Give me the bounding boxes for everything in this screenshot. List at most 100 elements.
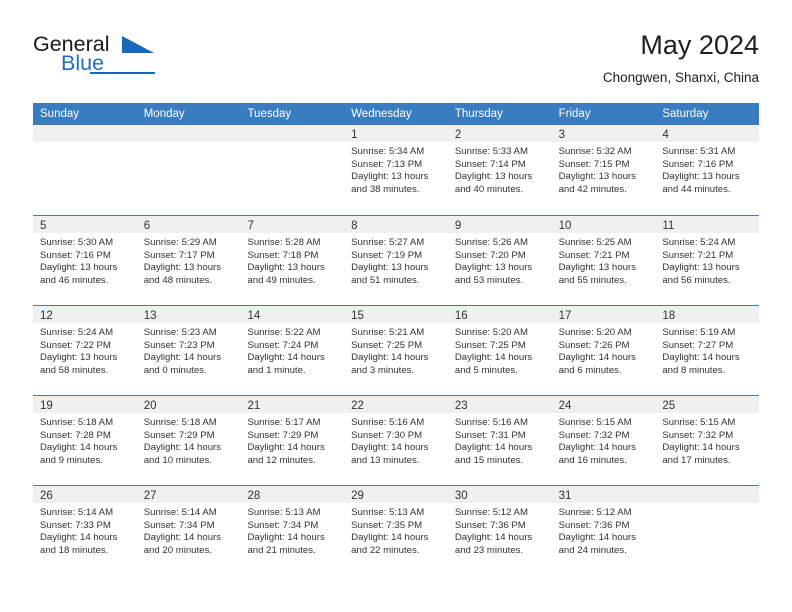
day-number: 3 (558, 129, 565, 141)
daylight-text-line2: and 58 minutes. (40, 364, 109, 376)
day-details: Sunrise: 5:27 AM Sunset: 7:19 PM Daylight:… (344, 233, 448, 287)
calendar-day-cell[interactable]: 5 Sunrise: 5:30 AM Sunset: 7:16 PM Daylight… (33, 216, 137, 305)
daylight-text-line1: Daylight: 13 hours (454, 262, 533, 274)
weekday-header-row: Sunday Monday Tuesday Wednesday Thursday… (33, 103, 759, 125)
daylight-text-line2: and 53 minutes. (454, 274, 524, 286)
day-number: 10 (558, 220, 572, 232)
calendar-day-cell-empty (33, 125, 137, 215)
sunset-text: Sunset: 7:29 PM (143, 429, 215, 441)
day-number: 4 (662, 129, 669, 141)
calendar-day-cell[interactable]: 18 Sunrise: 5:19 AM Sunset: 7:27 PM Dayligh… (655, 306, 760, 395)
calendar-day-cell[interactable]: 16 Sunrise: 5:20 AM Sunset: 7:25 PM Dayligh… (447, 306, 552, 395)
calendar-day-cell[interactable]: 3 Sunrise: 5:32 AM Sunset: 7:15 PM Daylight… (551, 125, 656, 215)
daylight-text-line1: Daylight: 14 hours (40, 532, 118, 544)
day-details: Sunrise: 5:13 AM Sunset: 7:34 PM Daylight:… (240, 503, 344, 557)
calendar-day-cell[interactable]: 17 Sunrise: 5:20 AM Sunset: 7:26 PM Dayligh… (551, 306, 656, 395)
calendar-day-cell[interactable]: 15 Sunrise: 5:21 AM Sunset: 7:25 PM Dayligh… (344, 306, 448, 395)
day-number: 8 (351, 220, 358, 232)
day-number: 17 (558, 310, 572, 322)
day-number-band: 21 (240, 396, 345, 413)
sunrise-text: Sunrise: 5:19 AM (662, 327, 736, 338)
calendar-day-cell[interactable]: 14 Sunrise: 5:22 AM Sunset: 7:24 PM Dayligh… (240, 306, 345, 395)
day-details: Sunrise: 5:17 AM Sunset: 7:29 PM Daylight:… (240, 413, 344, 467)
sunset-text: Sunset: 7:23 PM (143, 339, 215, 351)
calendar-day-cell[interactable]: 28 Sunrise: 5:13 AM Sunset: 7:34 PM Dayligh… (240, 486, 345, 575)
calendar-day-cell[interactable]: 8 Sunrise: 5:27 AM Sunset: 7:19 PM Daylight… (344, 216, 448, 305)
calendar-day-cell[interactable]: 19 Sunrise: 5:18 AM Sunset: 7:28 PM Dayligh… (33, 396, 137, 485)
page-subtitle-location: Chongwen, Shanxi, China (602, 70, 759, 85)
sunrise-text: Sunrise: 5:34 AM (351, 146, 425, 157)
day-number-band (240, 125, 345, 142)
calendar-week-row: 1 Sunrise: 5:34 AM Sunset: 7:13 PM Daylight… (33, 125, 760, 215)
calendar-day-cell[interactable]: 7 Sunrise: 5:28 AM Sunset: 7:18 PM Daylight… (240, 216, 345, 305)
calendar-day-cell[interactable]: 2 Sunrise: 5:33 AM Sunset: 7:14 PM Daylight… (447, 125, 552, 215)
daylight-text-line2: and 24 minutes. (558, 544, 627, 556)
calendar-day-cell[interactable]: 29 Sunrise: 5:13 AM Sunset: 7:35 PM Dayligh… (344, 486, 448, 575)
calendar-day-cell[interactable]: 1 Sunrise: 5:34 AM Sunset: 7:13 PM Daylight… (344, 125, 448, 215)
calendar-day-cell[interactable]: 21 Sunrise: 5:17 AM Sunset: 7:29 PM Dayligh… (240, 396, 345, 485)
daylight-text-line1: Daylight: 14 hours (143, 532, 222, 544)
calendar-week-row: 12 Sunrise: 5:24 AM Sunset: 7:22 PM Dayligh… (33, 305, 760, 395)
general-blue-logo[interactable]: General Blue (33, 32, 233, 84)
daylight-text-line2: and 21 minutes. (247, 544, 316, 556)
day-number-band: 7 (240, 216, 345, 233)
day-number: 6 (143, 220, 151, 232)
calendar-day-cell[interactable]: 24 Sunrise: 5:15 AM Sunset: 7:32 PM Dayligh… (551, 396, 656, 485)
daylight-text-line2: and 49 minutes. (247, 274, 316, 286)
day-number-band: 23 (447, 396, 552, 413)
calendar-day-cell[interactable]: 6 Sunrise: 5:29 AM Sunset: 7:17 PM Daylight… (136, 216, 241, 305)
daylight-text-line2: and 40 minutes. (454, 183, 524, 195)
daylight-text-line2: and 6 minutes. (558, 364, 622, 376)
calendar-day-cell[interactable]: 12 Sunrise: 5:24 AM Sunset: 7:22 PM Dayligh… (33, 306, 137, 395)
day-details: Sunrise: 5:23 AM Sunset: 7:23 PM Daylight:… (137, 323, 241, 377)
day-number-band: 24 (551, 396, 656, 413)
day-details: Sunrise: 5:12 AM Sunset: 7:36 PM Daylight:… (448, 503, 552, 557)
calendar-day-cell[interactable]: 11 Sunrise: 5:24 AM Sunset: 7:21 PM Dayligh… (655, 216, 760, 305)
weekday-header-monday: Monday (143, 108, 185, 120)
daylight-text-line2: and 10 minutes. (143, 454, 212, 466)
daylight-text-line2: and 48 minutes. (143, 274, 212, 286)
daylight-text-line2: and 5 minutes. (454, 364, 518, 376)
calendar-day-cell[interactable]: 23 Sunrise: 5:16 AM Sunset: 7:31 PM Dayligh… (447, 396, 552, 485)
calendar-day-cell[interactable]: 30 Sunrise: 5:12 AM Sunset: 7:36 PM Dayligh… (447, 486, 552, 575)
day-number: 29 (351, 490, 364, 502)
calendar-day-cell[interactable]: 31 Sunrise: 5:12 AM Sunset: 7:36 PM Dayligh… (551, 486, 656, 575)
sunset-text: Sunset: 7:27 PM (662, 339, 734, 351)
sunrise-text: Sunrise: 5:32 AM (558, 146, 632, 157)
daylight-text-line2: and 18 minutes. (40, 544, 109, 556)
sunset-text: Sunset: 7:36 PM (558, 519, 630, 531)
calendar-day-cell[interactable]: 9 Sunrise: 5:26 AM Sunset: 7:20 PM Daylight… (447, 216, 552, 305)
day-number-band: 4 (655, 125, 760, 142)
calendar-day-cell[interactable]: 26 Sunrise: 5:14 AM Sunset: 7:33 PM Dayligh… (33, 486, 137, 575)
day-number: 7 (247, 220, 254, 232)
calendar-day-cell[interactable]: 4 Sunrise: 5:31 AM Sunset: 7:16 PM Daylight… (655, 125, 760, 215)
calendar-day-cell-empty (655, 486, 760, 575)
day-number-band: 9 (447, 216, 552, 233)
day-number: 12 (40, 310, 53, 322)
calendar-day-cell[interactable]: 13 Sunrise: 5:23 AM Sunset: 7:23 PM Dayligh… (136, 306, 241, 395)
daylight-text-line1: Daylight: 14 hours (351, 532, 429, 544)
calendar-week-row: 19 Sunrise: 5:18 AM Sunset: 7:28 PM Dayligh… (33, 395, 760, 485)
daylight-text-line2: and 8 minutes. (662, 364, 726, 376)
calendar-day-cell[interactable]: 27 Sunrise: 5:14 AM Sunset: 7:34 PM Dayligh… (136, 486, 241, 575)
sunrise-text: Sunrise: 5:16 AM (351, 417, 425, 428)
weekday-header-tuesday: Tuesday (247, 108, 292, 120)
day-number-band: 2 (447, 125, 552, 142)
day-number-band: 16 (447, 306, 552, 323)
daylight-text-line1: Daylight: 13 hours (143, 262, 222, 274)
sunset-text: Sunset: 7:22 PM (40, 339, 111, 351)
day-details: Sunrise: 5:20 AM Sunset: 7:26 PM Daylight:… (552, 323, 656, 377)
calendar-day-cell[interactable]: 22 Sunrise: 5:16 AM Sunset: 7:30 PM Dayligh… (344, 396, 448, 485)
sunset-text: Sunset: 7:21 PM (662, 249, 734, 261)
daylight-text-line1: Daylight: 14 hours (558, 532, 636, 544)
calendar-day-cell[interactable]: 10 Sunrise: 5:25 AM Sunset: 7:21 PM Dayligh… (551, 216, 656, 305)
calendar-day-cell[interactable]: 20 Sunrise: 5:18 AM Sunset: 7:29 PM Dayligh… (136, 396, 241, 485)
sunrise-text: Sunrise: 5:24 AM (40, 327, 114, 338)
day-details: Sunrise: 5:16 AM Sunset: 7:30 PM Daylight:… (344, 413, 448, 467)
daylight-text-line1: Daylight: 13 hours (662, 262, 740, 274)
sunset-text: Sunset: 7:21 PM (558, 249, 630, 261)
calendar-week-row: 5 Sunrise: 5:30 AM Sunset: 7:16 PM Daylight… (33, 215, 760, 305)
day-number: 2 (454, 129, 462, 141)
calendar-day-cell[interactable]: 25 Sunrise: 5:15 AM Sunset: 7:32 PM Dayligh… (655, 396, 760, 485)
day-details: Sunrise: 5:30 AM Sunset: 7:16 PM Daylight:… (33, 233, 137, 287)
